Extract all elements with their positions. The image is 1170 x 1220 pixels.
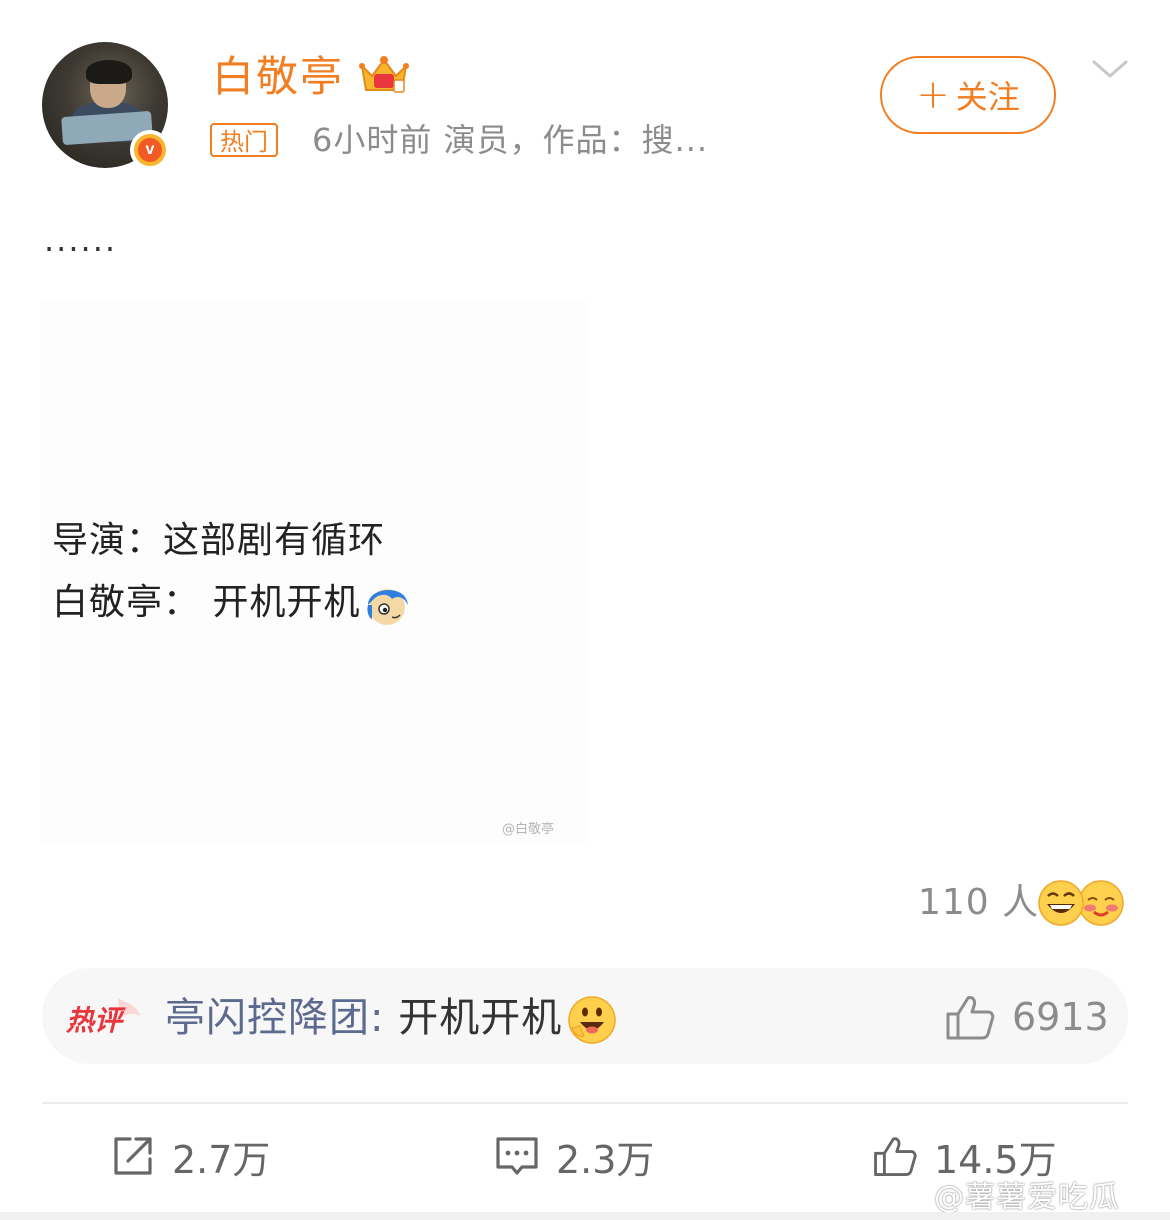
comment-button[interactable]: 2.3万: [494, 1126, 654, 1186]
hot-comment-text: 开机开机: [384, 995, 563, 1041]
hot-comment-like-count: 6913: [1012, 995, 1109, 1039]
plus-icon: +: [916, 72, 950, 118]
post-text: ......: [44, 221, 118, 259]
grinning-emoji-icon: [568, 996, 616, 1044]
comment-count: 2.3万: [556, 1137, 655, 1182]
verified-v-badge-icon: v: [130, 130, 170, 170]
hot-comment-label-text: 热评: [66, 1004, 126, 1037]
image-caption-line-1: 导演：这部剧有循环: [52, 520, 386, 561]
post-image-background: [40, 300, 586, 844]
username[interactable]: 白敬亭: [212, 48, 344, 106]
hot-comment-label-icon: 热评: [66, 998, 140, 1037]
divider: [42, 1102, 1128, 1104]
image-caption-line-2-text: 白敬亭： 开机开机: [52, 582, 361, 623]
thumbs-up-icon[interactable]: [944, 994, 996, 1040]
repost-button[interactable]: 2.7万: [110, 1126, 270, 1186]
repost-icon: [114, 1137, 152, 1175]
post-meta: 6小时前 演员，作品：搜...: [312, 121, 709, 159]
avatar-hair: [86, 60, 132, 84]
crown-member-icon[interactable]: [356, 52, 412, 98]
follow-button[interactable]: + 关注: [880, 56, 1056, 134]
blue-hair-emoji-icon: [367, 589, 409, 625]
chevron-down-icon[interactable]: [1090, 54, 1130, 84]
image-caption-line-2: 白敬亭： 开机开机: [52, 578, 412, 629]
verified-v-mark: v: [138, 138, 162, 162]
repost-count: 2.7万: [172, 1137, 271, 1182]
bottom-bar: [0, 1212, 1170, 1220]
image-watermark: @白敬亭: [502, 822, 555, 837]
laughing-emoji-icon[interactable]: [1036, 878, 1086, 928]
hot-comment-username[interactable]: 亭闪控降团:: [165, 995, 384, 1041]
like-icon: [874, 1137, 917, 1176]
post-image[interactable]: 导演：这部剧有循环 白敬亭： 开机开机 @白敬亭: [40, 300, 586, 844]
comment-icon: [496, 1137, 538, 1175]
hot-tag-badge: 热门: [210, 123, 278, 157]
hot-comment-line: 亭闪控降团: 开机开机: [165, 990, 618, 1046]
corner-watermark: @薯薯爱吃瓜: [934, 1180, 1120, 1215]
reaction-count[interactable]: 110 人: [918, 878, 1039, 928]
follow-label: 关注: [955, 78, 1020, 116]
